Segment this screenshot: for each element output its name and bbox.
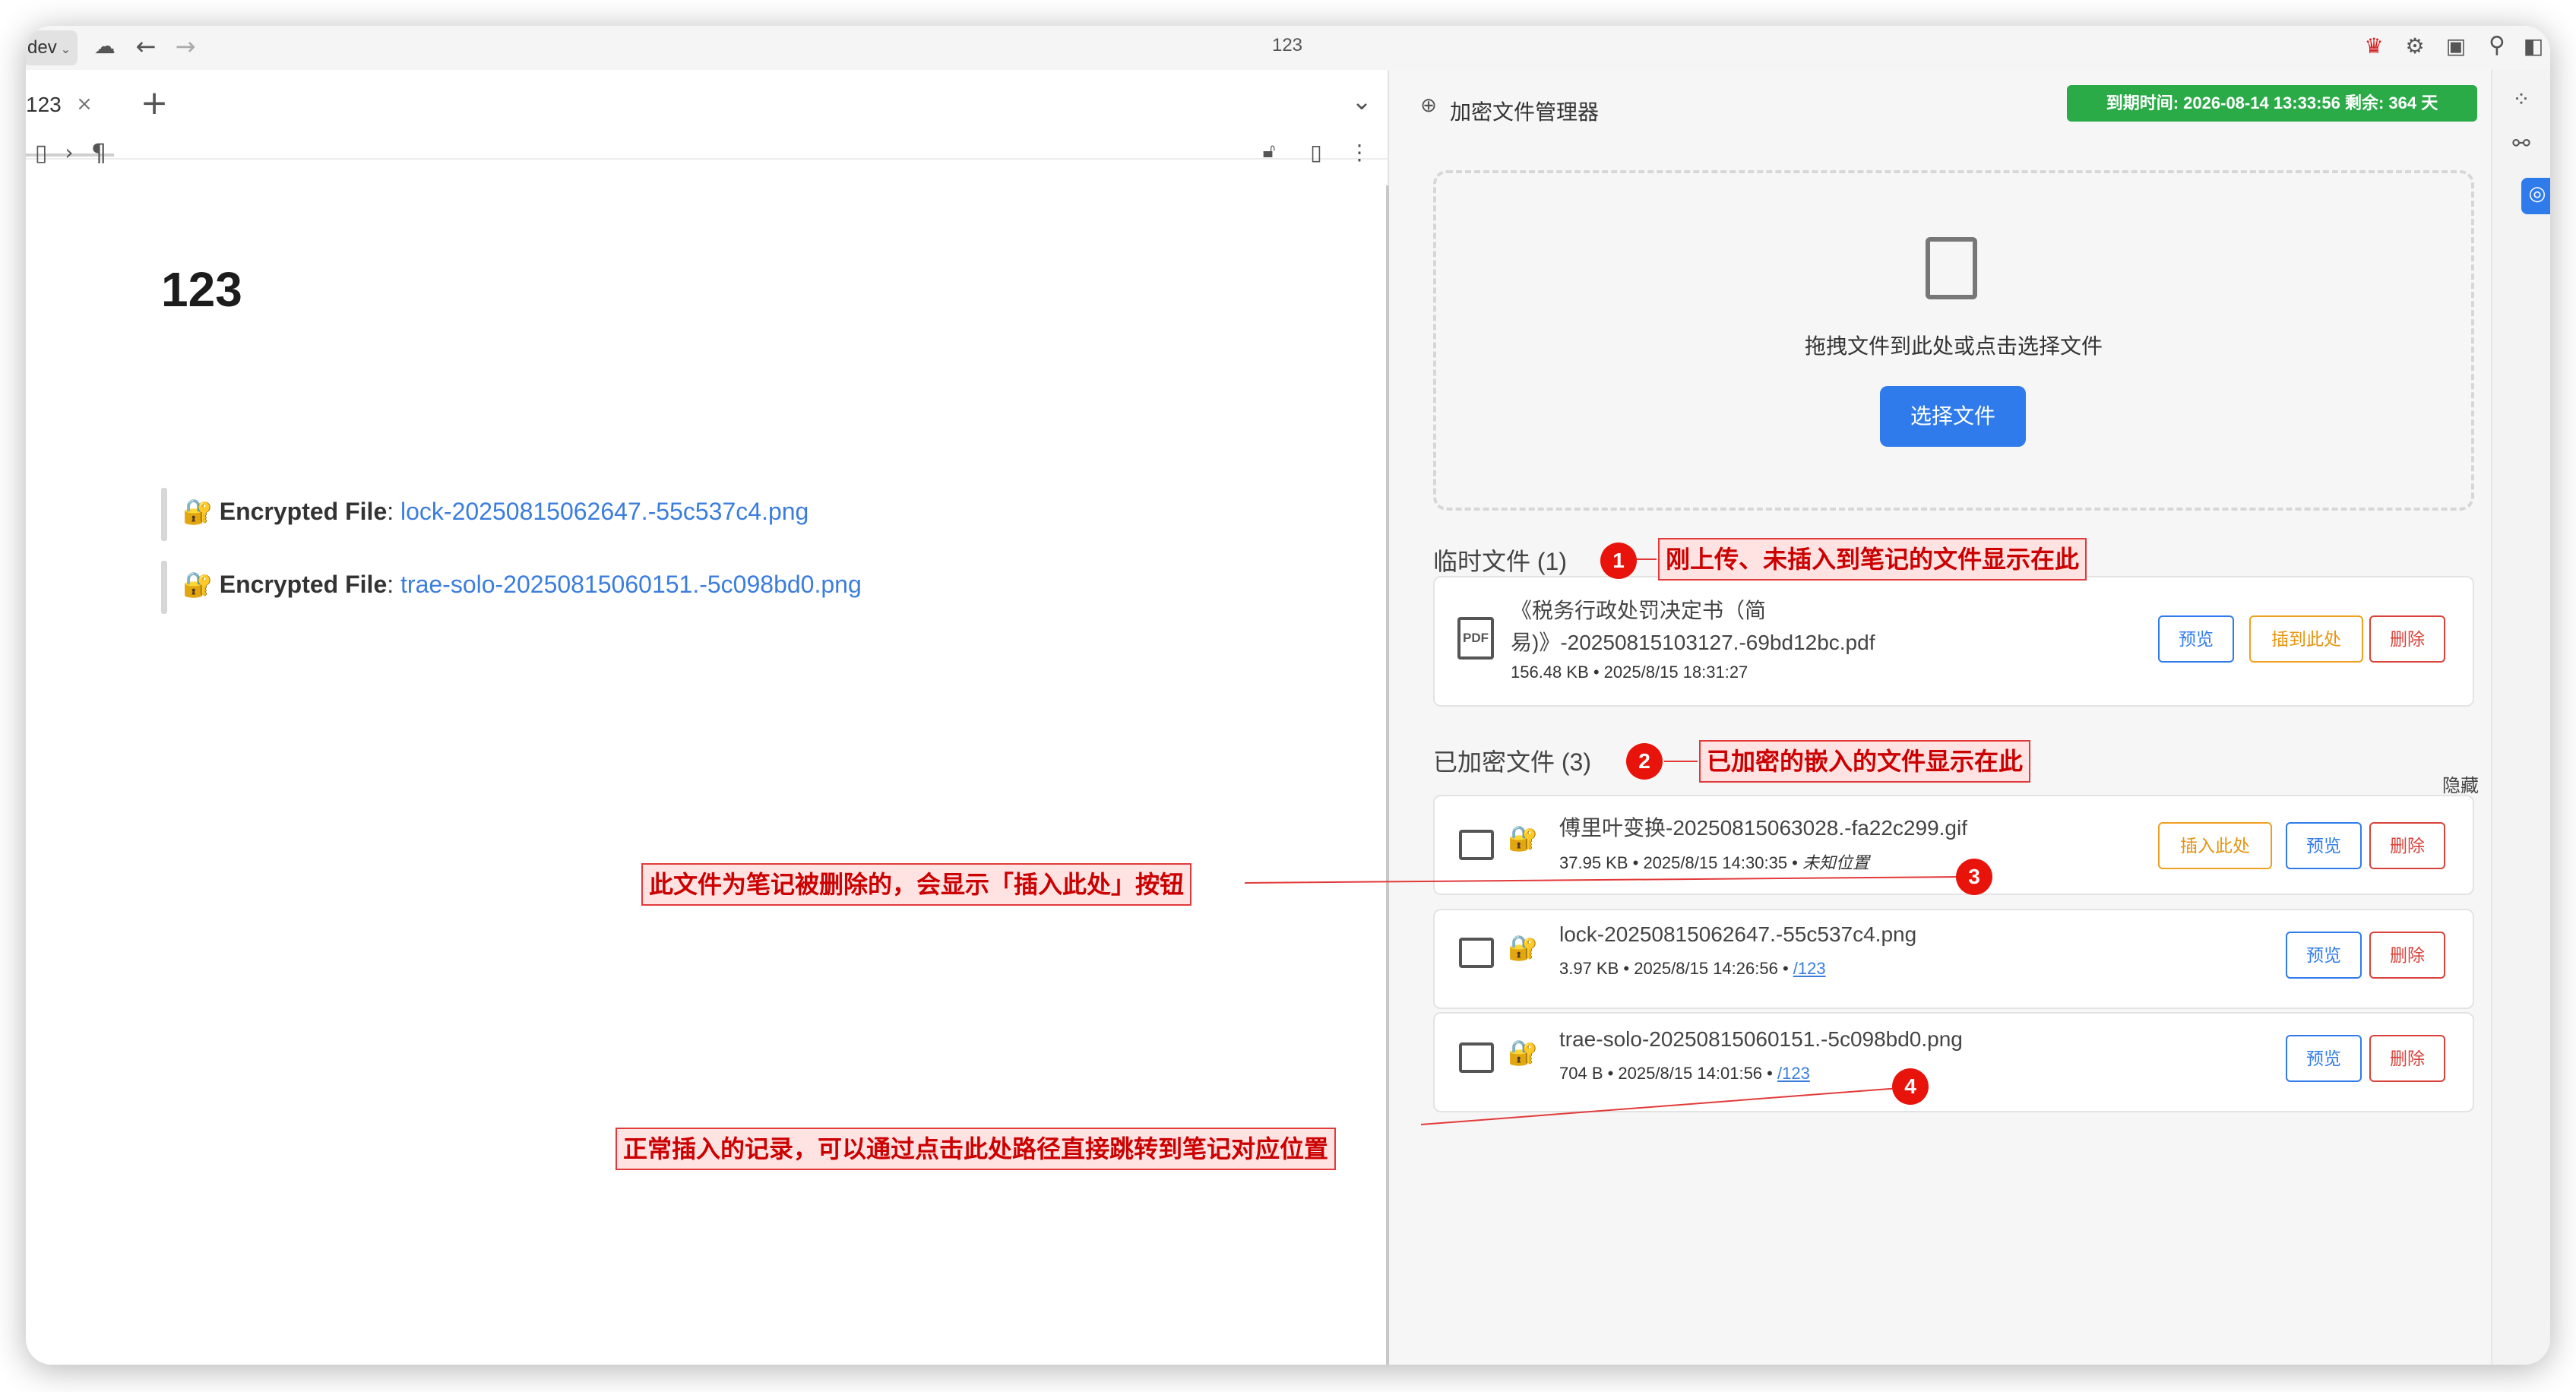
annotation-line-3 bbox=[1244, 876, 1960, 884]
annotation-badge-4: 4 bbox=[1892, 1068, 1929, 1105]
annotation-line-4 bbox=[1420, 1086, 1920, 1125]
app-window: dev ⌄ ☁ ← → 123 ♛ ⚙ ▣ ⚲ ◧ 123 × + ⌄ ▯ › … bbox=[26, 26, 2550, 1365]
annotation-badge-3: 3 bbox=[1956, 859, 1992, 895]
annotation-callout-4: 正常插入的记录，可以通过点击此处路径直接跳转到笔记对应位置 bbox=[616, 1128, 1337, 1170]
screenshot-stage: dev ⌄ ☁ ← → 123 ♛ ⚙ ▣ ⚲ ◧ 123 × + ⌄ ▯ › … bbox=[0, 0, 2576, 1392]
annotation-badge-2: 2 bbox=[1626, 743, 1663, 780]
annotation-callout-2: 已加密的嵌入的文件显示在此 bbox=[1699, 740, 2031, 783]
annotation-callout-1: 刚上传、未插入到笔记的文件显示在此 bbox=[1658, 538, 2087, 581]
annotation-callout-3: 此文件为笔记被删除的，会显示「插入此处」按钮 bbox=[641, 863, 1192, 906]
annotation-badge-1: 1 bbox=[1600, 543, 1637, 579]
